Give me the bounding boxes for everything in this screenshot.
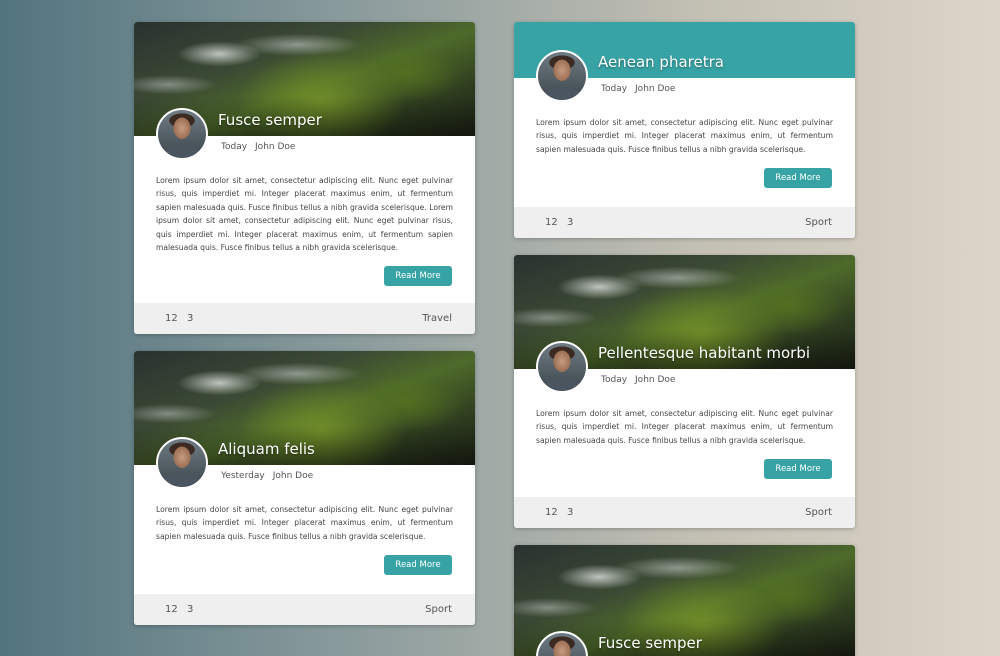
card-date: Today (601, 84, 628, 94)
card-excerpt: Lorem ipsum dolor sit amet, consectetur … (536, 118, 833, 154)
card-title[interactable]: Fusce semper (218, 111, 322, 129)
card-meta: Today John Doe (601, 375, 675, 385)
likes-count[interactable]: 12 (165, 604, 178, 615)
card-title[interactable]: Aliquam felis (218, 440, 315, 458)
card-meta: Today John Doe (601, 84, 675, 94)
card-author[interactable]: John Doe (255, 142, 295, 152)
post-card: Pellentesque habitant morbi Today John Do… (514, 255, 855, 528)
read-more-button[interactable]: Read More (384, 266, 452, 287)
card-title[interactable]: Fusce semper (598, 634, 702, 652)
card-date: Today (221, 142, 248, 152)
post-card: Aliquam felis Yesterday John Doe Lorem ip… (134, 351, 475, 625)
card-excerpt: Lorem ipsum dolor sit amet, consectetur … (536, 409, 833, 445)
card-author[interactable]: John Doe (273, 471, 313, 481)
read-more-button[interactable]: Read More (764, 459, 832, 480)
avatar[interactable] (536, 341, 588, 393)
comments-count[interactable]: 3 (567, 507, 573, 518)
card-author[interactable]: John Doe (635, 84, 675, 94)
likes-count[interactable]: 12 (165, 313, 178, 324)
avatar[interactable] (536, 50, 588, 102)
likes-count[interactable]: 12 (545, 217, 558, 228)
card-footer: 12 3 Travel (134, 303, 475, 334)
card-category[interactable]: Travel (422, 313, 452, 324)
post-card: Fusce semper Today John Doe Lorem ipsum d… (134, 22, 475, 334)
card-category[interactable]: Sport (805, 217, 832, 228)
card-author[interactable]: John Doe (635, 375, 675, 385)
avatar[interactable] (156, 437, 208, 489)
card-title[interactable]: Pellentesque habitant morbi (598, 344, 810, 362)
card-meta: Today John Doe (221, 142, 295, 152)
comments-count[interactable]: 3 (567, 217, 573, 228)
card-date: Today (601, 375, 628, 385)
comments-count[interactable]: 3 (187, 313, 193, 324)
card-date: Yesterday (221, 471, 265, 481)
comments-count[interactable]: 3 (187, 604, 193, 615)
card-meta: Yesterday John Doe (221, 471, 313, 481)
card-excerpt: Lorem ipsum dolor sit amet, consectetur … (156, 176, 453, 253)
post-card: Aenean pharetra Today John Doe Lorem ipsu… (514, 22, 855, 238)
card-excerpt: Lorem ipsum dolor sit amet, consectetur … (156, 505, 453, 541)
card-category[interactable]: Sport (805, 507, 832, 518)
card-category[interactable]: Sport (425, 604, 452, 615)
post-card: Fusce semper (514, 545, 855, 656)
avatar[interactable] (156, 108, 208, 160)
card-title[interactable]: Aenean pharetra (598, 53, 724, 71)
read-more-button[interactable]: Read More (764, 168, 832, 189)
card-footer: 12 3 Sport (514, 207, 855, 238)
card-footer: 12 3 Sport (514, 497, 855, 528)
card-footer: 12 3 Sport (134, 594, 475, 625)
read-more-button[interactable]: Read More (384, 555, 452, 576)
likes-count[interactable]: 12 (545, 507, 558, 518)
